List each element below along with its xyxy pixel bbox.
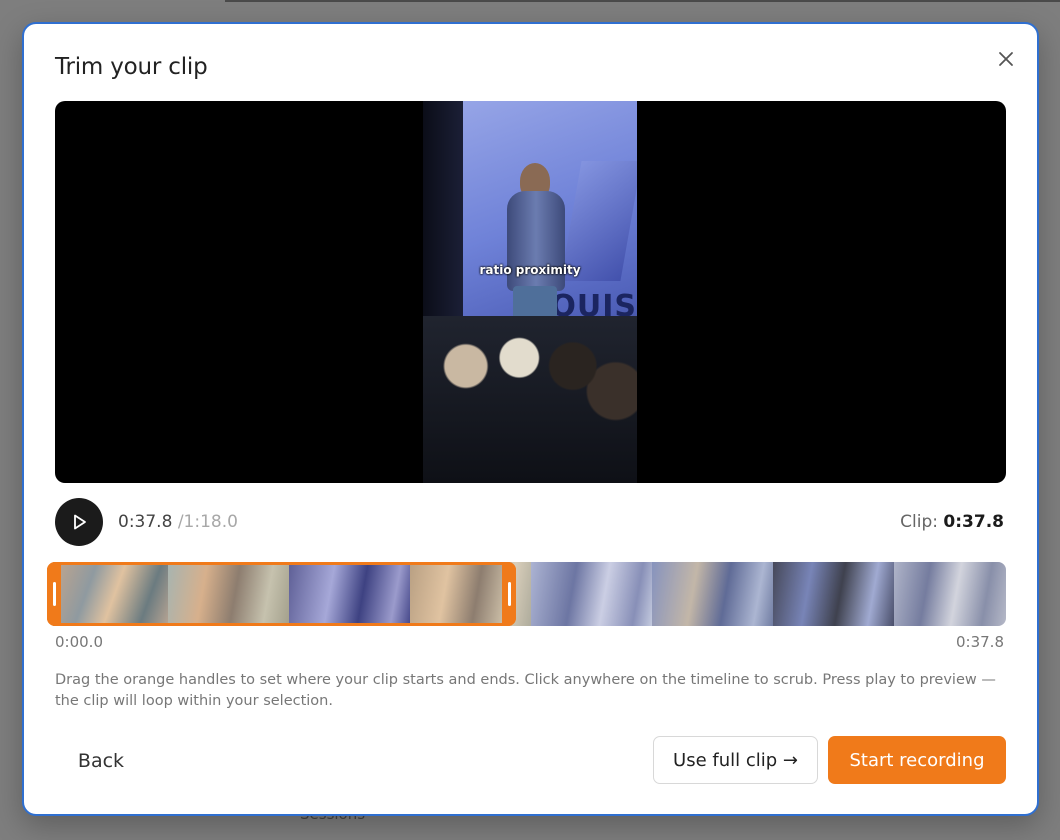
video-frame: QUIS ratio proximity (423, 101, 637, 483)
video-preview[interactable]: QUIS ratio proximity (55, 101, 1006, 483)
use-full-clip-button[interactable]: Use full clip → (653, 736, 818, 784)
close-button[interactable] (993, 46, 1019, 72)
handle-grip (507, 582, 511, 606)
clip-length: Clip: 0:37.8 (900, 512, 1004, 532)
clip-length-label: Clip: (900, 512, 939, 532)
video-caption: ratio proximity (479, 263, 581, 277)
modal-title: Trim your clip (55, 54, 208, 80)
back-button[interactable]: Back (55, 738, 147, 784)
start-recording-button[interactable]: Start recording (828, 736, 1006, 784)
playback-time: 0:37.8 /1:18.0 (118, 512, 238, 532)
current-time: 0:37.8 (118, 512, 173, 532)
backdrop-topbar (225, 0, 1060, 2)
trim-instructions: Drag the orange handles to set where you… (55, 672, 996, 709)
timeline-selection[interactable] (47, 562, 517, 626)
trim-start-handle[interactable] (47, 562, 61, 626)
timeline-start-label: 0:00.0 (55, 633, 103, 651)
audience (423, 316, 637, 483)
total-duration: 1:18.0 (183, 512, 238, 532)
trim-clip-modal: Trim your clip QUIS ratio proximity 0:37… (22, 22, 1039, 816)
clip-length-value: 0:37.8 (943, 512, 1004, 532)
trim-end-handle[interactable] (502, 562, 517, 626)
play-icon (74, 514, 86, 530)
timeline-end-label: 0:37.8 (956, 633, 1004, 651)
close-icon (999, 52, 1013, 66)
handle-grip (52, 582, 56, 606)
play-button[interactable] (55, 498, 103, 546)
timeline-unselected-region (512, 562, 1006, 626)
